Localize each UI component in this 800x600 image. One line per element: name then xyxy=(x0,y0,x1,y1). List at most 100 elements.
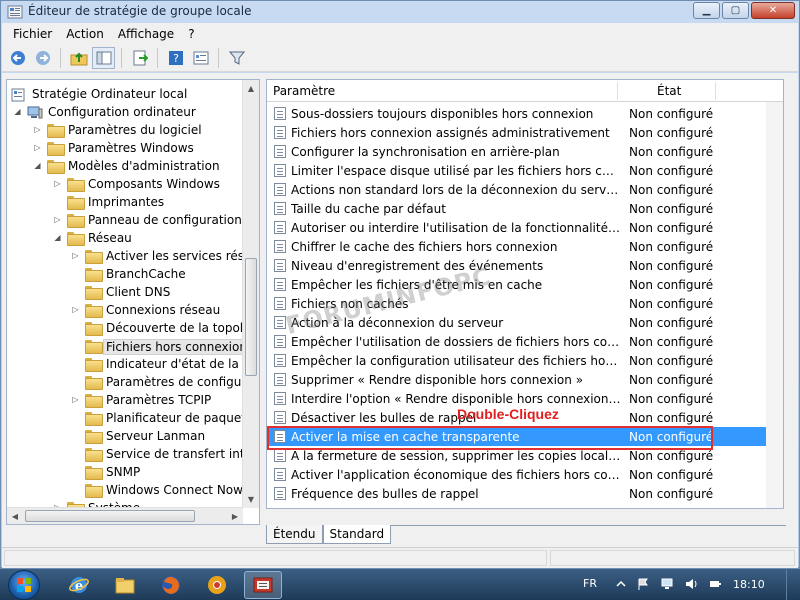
title-bar[interactable]: Éditeur de stratégie de groupe locale ▁ … xyxy=(1,1,799,23)
setting-row[interactable]: Limiter l'espace disque utilisé par les … xyxy=(267,161,783,180)
setting-row[interactable]: Niveau d'enregistrement des événements No… xyxy=(267,256,783,275)
tree-item[interactable]: ▷ Composants Windows xyxy=(7,175,243,193)
tree-item[interactable]: Planificateur de paquets Q xyxy=(7,409,259,427)
setting-row[interactable]: Action à la déconnexion du serveur Non co… xyxy=(267,313,783,332)
policy-setting-icon xyxy=(274,145,286,158)
start-button[interactable] xyxy=(8,570,40,600)
tree-item[interactable]: Stratégie Ordinateur local xyxy=(7,85,243,103)
properties-button[interactable] xyxy=(189,47,212,69)
tree-hscroll-thumb[interactable] xyxy=(25,510,195,522)
menu-help[interactable]: ? xyxy=(181,27,201,41)
collapsed-arrow-icon[interactable]: ▷ xyxy=(71,395,80,404)
menu-affichage[interactable]: Affichage xyxy=(111,27,181,41)
column-separator[interactable] xyxy=(715,82,716,100)
column-header-etat[interactable]: État xyxy=(651,80,681,102)
taskbar-windows-explorer[interactable] xyxy=(106,571,144,599)
tree-item[interactable]: ▷ Panneau de configuration xyxy=(7,211,243,229)
chevron-up-icon[interactable] xyxy=(614,577,628,591)
column-separator[interactable] xyxy=(617,82,618,100)
policy-setting-icon xyxy=(274,278,286,291)
tree-item[interactable]: Imprimantes xyxy=(7,193,243,211)
tree-horizontal-scrollbar[interactable]: ◀ ▶ xyxy=(7,507,243,524)
setting-row[interactable]: Chiffrer le cache des fichiers hors conn… xyxy=(267,237,783,256)
setting-row[interactable]: Fichiers hors connexion assignés adminis… xyxy=(267,123,783,142)
collapsed-arrow-icon[interactable]: ▷ xyxy=(71,305,80,314)
setting-row[interactable]: Configurer la synchronisation en arrière… xyxy=(267,142,783,161)
up-folder-button[interactable] xyxy=(67,47,90,69)
setting-row-selected[interactable]: Activer la mise en cache transparente Non… xyxy=(267,427,783,446)
setting-row[interactable]: Supprimer « Rendre disponible hors conne… xyxy=(267,370,783,389)
taskbar-internet-explorer[interactable]: e xyxy=(60,571,98,599)
tree-item[interactable]: ◢ Modèles d'administration xyxy=(7,157,243,175)
setting-row[interactable]: Autoriser ou interdire l'utilisation de … xyxy=(267,218,783,237)
filter-button[interactable] xyxy=(225,47,248,69)
tree-item[interactable]: Serveur Lanman xyxy=(7,427,243,445)
setting-row[interactable]: Taille du cache par défaut Non configuré xyxy=(267,199,783,218)
back-button[interactable] xyxy=(6,47,29,69)
help-button[interactable]: ? xyxy=(164,47,187,69)
scroll-right-icon[interactable]: ▶ xyxy=(227,508,243,524)
expanded-arrow-icon[interactable]: ◢ xyxy=(53,233,62,242)
setting-row[interactable]: Fréquence des bulles de rappel Non config… xyxy=(267,484,783,503)
tree-item[interactable]: ▷ Paramètres TCPIP xyxy=(7,391,243,409)
setting-row[interactable]: Actions non standard lors de la déconnex… xyxy=(267,180,783,199)
tree-item[interactable]: ▷ Paramètres du logiciel xyxy=(7,121,243,139)
forward-button[interactable] xyxy=(31,47,54,69)
expanded-arrow-icon[interactable]: ◢ xyxy=(33,161,42,170)
tree-item[interactable]: Découverte de la topologi xyxy=(7,319,259,337)
tree-vertical-scrollbar[interactable]: ▲ ▼ xyxy=(242,80,259,508)
tree-item[interactable]: Service de transfert intellig xyxy=(7,445,259,463)
menu-action[interactable]: Action xyxy=(59,27,111,41)
tree-item[interactable]: ◢ Configuration ordinateur xyxy=(7,103,243,121)
tree-item[interactable]: ▷ Paramètres Windows xyxy=(7,139,243,157)
network-icon[interactable] xyxy=(660,577,674,591)
collapsed-arrow-icon[interactable]: ▷ xyxy=(33,143,42,152)
show-desktop-button[interactable] xyxy=(786,569,800,600)
maximize-button[interactable]: ▢ xyxy=(722,2,749,19)
setting-row[interactable]: Activer l'application économique des fic… xyxy=(267,465,783,484)
collapsed-arrow-icon[interactable]: ▷ xyxy=(33,125,42,134)
tab-etendu[interactable]: Étendu xyxy=(266,525,323,544)
taskbar-firefox[interactable] xyxy=(152,571,190,599)
tab-standard[interactable]: Standard xyxy=(322,525,392,544)
tree-scroll-thumb[interactable] xyxy=(245,258,257,376)
setting-state: Non configuré xyxy=(629,201,714,216)
menu-fichier[interactable]: Fichier xyxy=(6,27,59,41)
minimize-button[interactable]: ▁ xyxy=(693,2,720,19)
taskbar-chrome[interactable] xyxy=(198,571,236,599)
tree-item[interactable]: SNMP xyxy=(7,463,243,481)
taskbar-group-policy-editor[interactable] xyxy=(244,571,282,599)
scroll-down-icon[interactable]: ▼ xyxy=(243,491,259,508)
tree-item[interactable]: ▷ Activer les services réseau xyxy=(7,247,259,265)
tree-item[interactable]: ▷ Connexions réseau xyxy=(7,301,243,319)
tree-item[interactable]: Paramètres de configurati xyxy=(7,373,259,391)
setting-row[interactable]: Empêcher la configuration utilisateur de… xyxy=(267,351,783,370)
folder-icon xyxy=(85,412,103,426)
power-icon[interactable] xyxy=(708,577,722,591)
tree-item[interactable]: Client DNS xyxy=(7,283,243,301)
action-center-flag-icon[interactable] xyxy=(636,577,650,591)
setting-row[interactable]: Sous-dossiers toujours disponibles hors … xyxy=(267,104,783,123)
tree-item[interactable]: BranchCache xyxy=(7,265,243,283)
taskbar-clock[interactable]: 18:10 xyxy=(733,578,765,591)
scroll-left-icon[interactable]: ◀ xyxy=(7,508,23,524)
expanded-arrow-icon[interactable]: ◢ xyxy=(13,107,22,116)
setting-row[interactable]: À la fermeture de session, supprimer les… xyxy=(267,446,783,465)
collapsed-arrow-icon[interactable]: ▷ xyxy=(71,251,80,260)
setting-row[interactable]: Empêcher les fichiers d'être mis en cach… xyxy=(267,275,783,294)
tree-item[interactable]: Windows Connect Now xyxy=(7,481,243,499)
close-button[interactable]: ✕ xyxy=(751,2,795,19)
tree-item[interactable]: Fichiers hors connexion xyxy=(7,337,250,355)
show-hide-tree-button[interactable] xyxy=(92,46,115,69)
collapsed-arrow-icon[interactable]: ▷ xyxy=(53,215,62,224)
setting-row[interactable]: Empêcher l'utilisation de dossiers de fi… xyxy=(267,332,783,351)
column-header-parametre[interactable]: Paramètre xyxy=(267,80,617,102)
language-indicator[interactable]: FR xyxy=(583,577,597,590)
scroll-up-icon[interactable]: ▲ xyxy=(243,80,259,97)
tree-item[interactable]: Indicateur d'état de la con xyxy=(7,355,259,373)
volume-icon[interactable] xyxy=(684,577,698,591)
setting-row[interactable]: Fichiers non cachés Non configuré xyxy=(267,294,783,313)
export-list-button[interactable] xyxy=(128,47,151,69)
collapsed-arrow-icon[interactable]: ▷ xyxy=(53,179,62,188)
tree-item[interactable]: ◢ Réseau xyxy=(7,229,243,247)
